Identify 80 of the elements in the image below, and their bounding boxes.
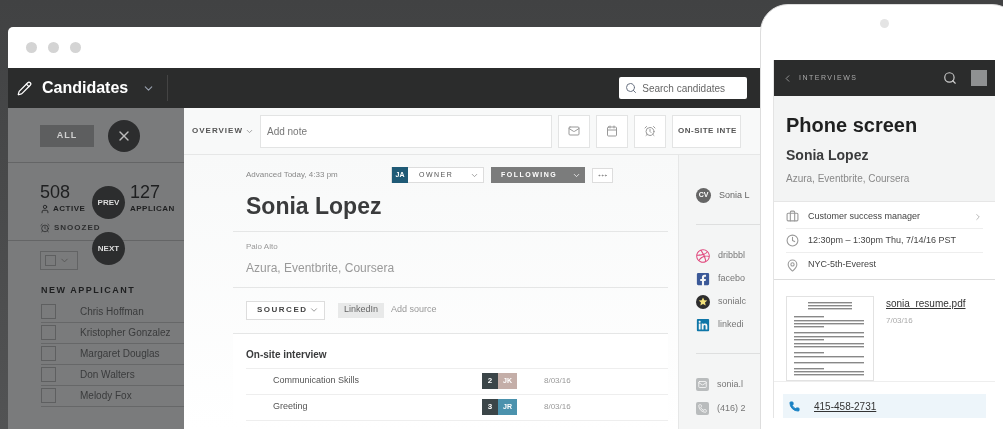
star-badge-icon [696,295,710,309]
checkbox[interactable] [41,304,56,319]
mail-icon [568,125,580,137]
detail-text: 12:30pm – 1:30pm Thu, 7/14/16 PST [808,233,956,247]
candidate-name-heading: Sonia Lopez [786,146,870,165]
companies-text: Azura, Eventbrite, Coursera [786,172,911,186]
detail-text: Customer success manager [808,209,921,223]
filter-tab[interactable]: ALL [40,125,94,147]
mail-button[interactable] [558,114,590,148]
phone-number[interactable]: (416) 2 [717,401,746,415]
candidate-name-heading: Sonia Lopez [246,192,383,221]
note-field[interactable]: Add note [260,114,552,148]
speaker-icon [880,19,889,28]
call-row[interactable]: 415-458-2731 [783,394,986,418]
search-icon[interactable] [943,71,957,85]
profile-link[interactable]: linkedi [718,318,744,332]
advanced-time: Advanced Today, 4:33 pm [246,169,339,181]
select-dropdown[interactable] [40,251,78,270]
score-badge: 2 [482,373,498,389]
feedback-item[interactable]: Greeting [273,400,482,414]
section-heading: NEW APPLICANT [41,284,137,297]
feedback-date: 8/03/16 [544,401,571,413]
snoozed-label: SNOOZED [54,222,101,234]
checkbox[interactable] [41,325,56,340]
checkbox[interactable] [41,388,56,403]
candidate-name[interactable]: Melody Fox [80,388,132,403]
phone-link[interactable]: 415-458-2731 [814,398,877,414]
overview-menu[interactable]: OVERVIEW [192,125,243,137]
profile-link[interactable]: facebo [718,272,746,286]
stat-count: 127 [130,181,161,203]
candidate-name[interactable]: Don Walters [80,367,135,382]
file-link[interactable]: sonia_resume.pdf [886,296,966,311]
resume-link[interactable]: Sonia L [719,188,750,203]
avatar-placeholder[interactable] [971,70,987,86]
origin-label: SOURCED [257,304,308,316]
checkbox[interactable] [41,346,56,361]
facebook-icon [696,272,710,286]
chevron-right-icon[interactable] [973,211,983,222]
calendar-icon [606,125,618,137]
map-pin-icon [786,258,799,272]
chevron-down-icon [309,305,319,315]
page-title: Candidates [42,78,129,98]
stat-label: APPLICAN [130,203,175,215]
dribbble-icon [696,249,710,263]
phone-icon [696,401,709,415]
profile-link[interactable]: sonialc [718,295,746,309]
location-text: Palo Alto [246,240,279,253]
file-date: 7/03/16 [886,315,914,327]
more-button[interactable] [592,167,613,183]
score-badge: 3 [482,399,498,415]
search-field[interactable]: Search candidates [619,77,748,99]
profile-link[interactable]: dribbbl [718,249,746,263]
detail-text: NYC-5th-Everest [808,258,877,272]
source-tag[interactable]: LinkedIn [338,302,385,318]
phone-icon [789,400,800,412]
alarm-button[interactable] [634,114,666,148]
stage-button[interactable]: ON-SITE INTE [672,114,741,148]
candidate-name[interactable]: Chris Hoffman [80,304,144,319]
candidate-name[interactable]: Margaret Douglas [80,346,160,361]
person-icon [40,204,50,214]
email-link[interactable]: sonia.l [717,378,743,392]
candidate-name[interactable]: Kristopher Gonzalez [80,325,171,340]
linkedin-icon [696,318,710,332]
checkbox[interactable] [41,367,56,382]
companies-text: Azura, Eventbrite, Coursera [246,259,396,277]
mail-icon [696,378,709,392]
alarm-clock-icon [644,125,656,137]
stat-label: ACTIVE [53,203,86,215]
alarm-clock-icon [40,223,50,233]
feedback-title: On-site interview [246,333,668,369]
feedback-date: 8/03/16 [544,375,571,387]
stat-count: 508 [40,181,71,203]
calendar-button[interactable] [596,114,628,148]
origin-dropdown[interactable]: SOURCED [246,300,325,320]
clock-icon [786,234,799,247]
briefcase-icon [786,210,799,223]
pencil-icon [17,80,32,96]
interview-title: Phone screen [786,113,919,138]
add-source-link[interactable]: Add source [391,303,437,317]
feedback-item[interactable]: Communication Skills [273,374,482,388]
